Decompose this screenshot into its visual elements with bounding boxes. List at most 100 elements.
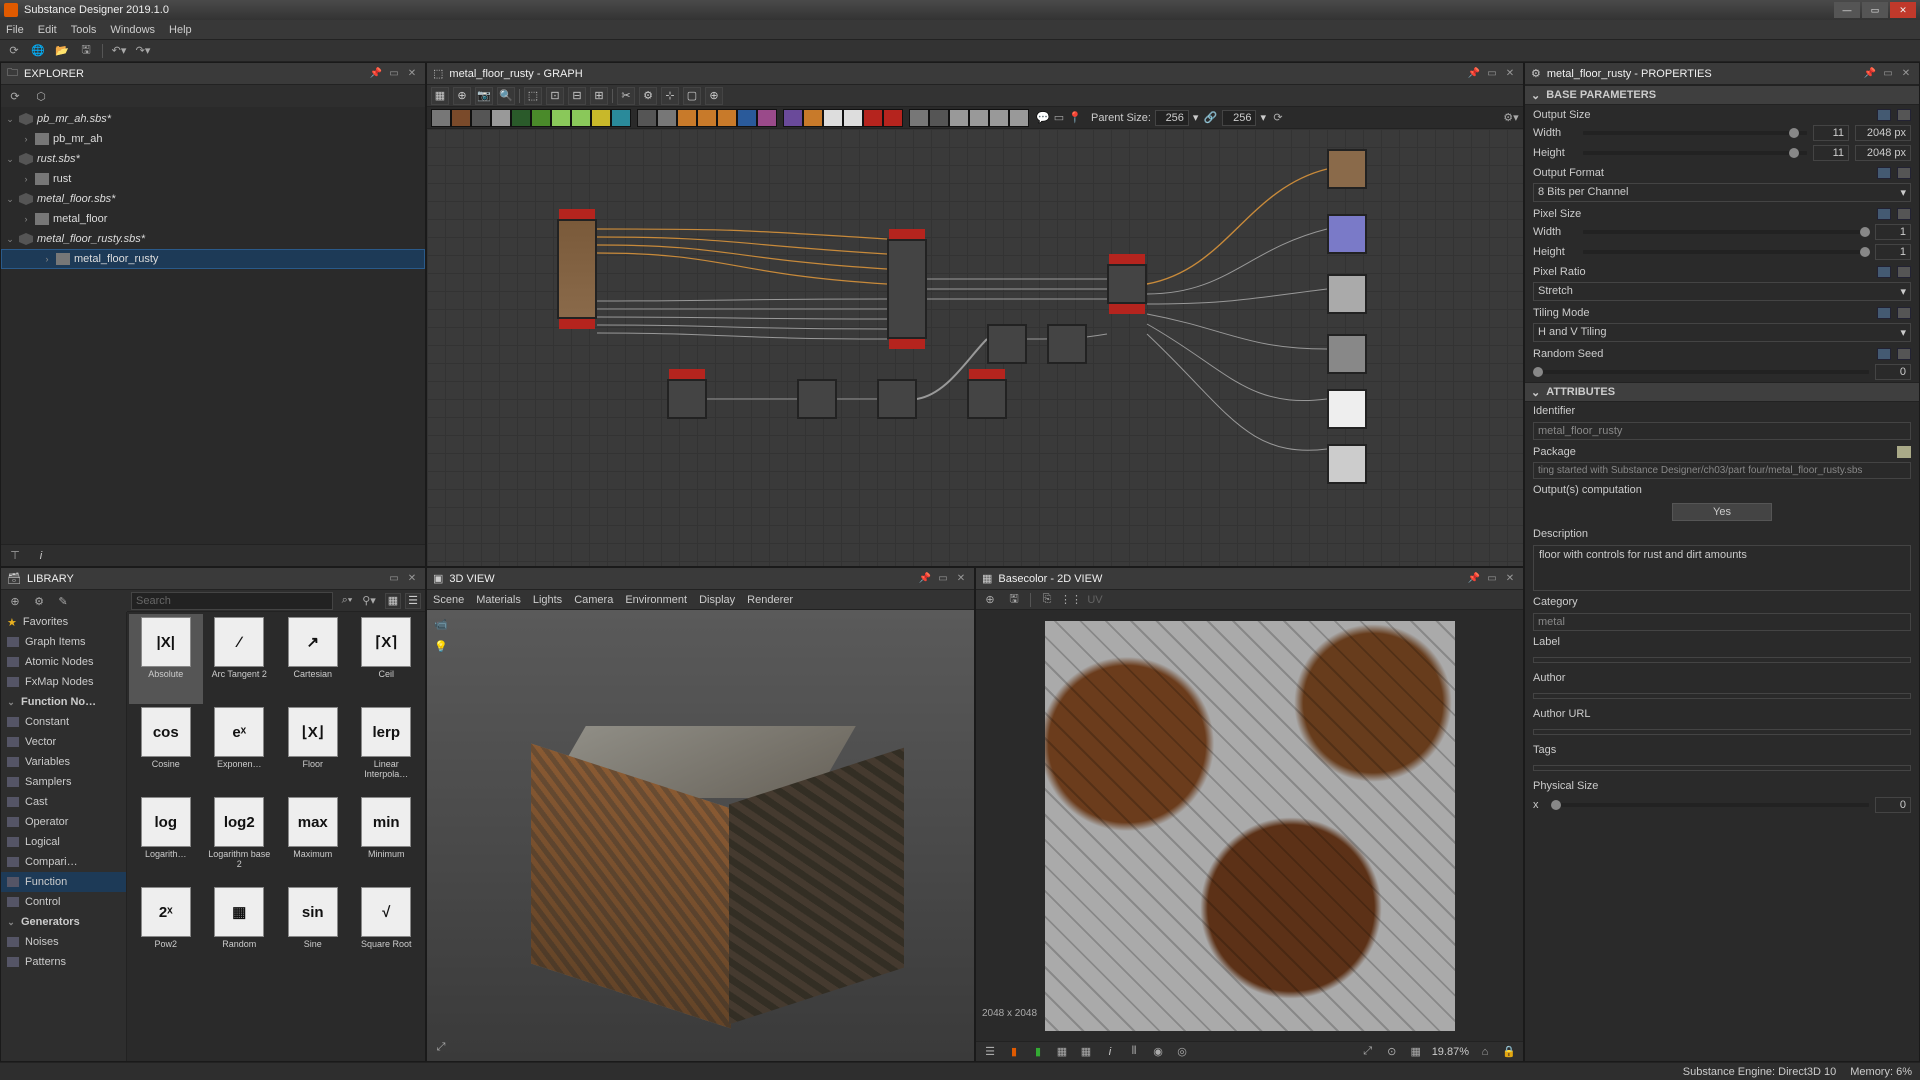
tags-field[interactable] <box>1533 765 1911 771</box>
reset-icon[interactable]: ⟳ <box>1270 110 1286 126</box>
viewport-3d[interactable]: 📹 💡 ⤢ <box>427 610 974 1061</box>
library-item[interactable]: logLogarith… <box>129 794 203 884</box>
inherit-icon[interactable] <box>1877 348 1891 360</box>
identifier-field[interactable]: metal_floor_rusty <box>1533 422 1911 440</box>
link-icon[interactable]: 🔗 <box>1202 110 1218 126</box>
viewport-2d[interactable]: 2048 x 2048 <box>976 610 1523 1041</box>
library-item[interactable]: ∕Arc Tangent 2 <box>203 614 277 704</box>
parent-width[interactable]: 256 <box>1155 110 1189 126</box>
palette-node[interactable] <box>843 109 863 127</box>
palette-node[interactable] <box>511 109 531 127</box>
maximize-panel-icon[interactable]: ▭ <box>936 572 950 586</box>
view3d-menu[interactable]: Environment <box>625 594 687 606</box>
refresh-icon[interactable]: ⟳ <box>7 88 23 104</box>
reset-icon[interactable] <box>1897 307 1911 319</box>
palette-node[interactable] <box>909 109 929 127</box>
outputs-comp-button[interactable]: Yes <box>1672 503 1772 521</box>
pixel-ratio-dropdown[interactable]: Stretch▾ <box>1533 282 1911 301</box>
tree-graph-selected[interactable]: ›metal_floor_rusty <box>1 249 425 269</box>
filter2-icon[interactable]: ⚲▾ <box>361 593 377 609</box>
lib-cat[interactable]: Compari… <box>1 852 126 872</box>
favorites-cat[interactable]: ★Favorites <box>1 612 126 632</box>
lib-cat[interactable]: Patterns <box>1 952 126 972</box>
graph-canvas[interactable] <box>427 129 1523 566</box>
view3d-menu[interactable]: Lights <box>533 594 562 606</box>
folder-icon[interactable] <box>1897 446 1911 458</box>
channel-grid-icon[interactable]: ▦ <box>1054 1044 1070 1060</box>
lib-cat[interactable]: Control <box>1 892 126 912</box>
palette-node[interactable] <box>929 109 949 127</box>
palette-node[interactable] <box>883 109 903 127</box>
light-icon[interactable]: 💡 <box>433 638 449 654</box>
parent-height[interactable]: 256 <box>1222 110 1256 126</box>
close-panel-icon[interactable]: ✕ <box>954 572 968 586</box>
palette-node[interactable] <box>823 109 843 127</box>
histogram-icon[interactable]: ⫴ <box>1126 1044 1142 1060</box>
comment-icon[interactable]: 💬 <box>1035 110 1051 126</box>
tree-pkg[interactable]: ⌄metal_floor_rusty.sbs* <box>1 229 425 249</box>
pin-icon[interactable]: 📌 <box>918 572 932 586</box>
tool-icon[interactable]: 🔍 <box>497 87 515 105</box>
function-nodes-header[interactable]: ⌄Function No… <box>1 692 126 712</box>
palette-node[interactable] <box>451 109 471 127</box>
palette-node[interactable] <box>1009 109 1029 127</box>
library-item[interactable]: |X|Absolute <box>129 614 203 704</box>
menu-tools[interactable]: Tools <box>71 24 97 36</box>
tool-icon[interactable]: ✂ <box>617 87 635 105</box>
graph-node[interactable] <box>967 379 1007 419</box>
inherit-icon[interactable] <box>1877 266 1891 278</box>
expand-icon[interactable]: ⤢ <box>433 1039 449 1055</box>
reset-icon[interactable] <box>1897 348 1911 360</box>
generators-header[interactable]: ⌄Generators <box>1 912 126 932</box>
close-panel-icon[interactable]: ✕ <box>1899 67 1913 81</box>
pin-icon[interactable]: 📌 <box>1467 67 1481 81</box>
grid-view-icon[interactable]: ▦ <box>385 593 401 609</box>
palette-node[interactable] <box>611 109 631 127</box>
graph-node[interactable] <box>797 379 837 419</box>
library-item[interactable]: lerpLinear Interpola… <box>350 704 424 794</box>
pin-icon[interactable]: 📌 <box>1863 67 1877 81</box>
palette-node[interactable] <box>737 109 757 127</box>
info-icon[interactable]: i <box>33 548 49 564</box>
reset-icon[interactable] <box>1897 167 1911 179</box>
save-all-icon[interactable]: 🖫 <box>78 43 94 59</box>
view3d-menu[interactable]: Materials <box>476 594 521 606</box>
lock-icon[interactable]: 🔒 <box>1501 1044 1517 1060</box>
lib-cat[interactable]: Graph Items <box>1 632 126 652</box>
tool-icon[interactable]: ▦ <box>431 87 449 105</box>
palette-node[interactable] <box>431 109 451 127</box>
channel-g-icon[interactable]: ▮ <box>1030 1044 1046 1060</box>
tool-icon[interactable]: ⊕ <box>705 87 723 105</box>
reset-icon[interactable] <box>1897 266 1911 278</box>
search-input[interactable]: Search <box>131 592 333 610</box>
library-item[interactable]: eˣExponen… <box>203 704 277 794</box>
graph-node[interactable] <box>1047 324 1087 364</box>
minimize-button[interactable]: — <box>1834 2 1860 18</box>
channel-alpha-icon[interactable]: ▦ <box>1078 1044 1094 1060</box>
view3d-menu[interactable]: Camera <box>574 594 613 606</box>
tool-icon[interactable]: ⊕ <box>453 87 471 105</box>
palette-node[interactable] <box>697 109 717 127</box>
close-panel-icon[interactable]: ✕ <box>1503 572 1517 586</box>
close-panel-icon[interactable]: ✕ <box>405 67 419 81</box>
attributes-header[interactable]: ATTRIBUTES <box>1546 386 1615 398</box>
library-item[interactable]: 2ˣPow2 <box>129 884 203 974</box>
maximize-button[interactable]: ▭ <box>1862 2 1888 18</box>
tool-icon[interactable]: ⊹ <box>661 87 679 105</box>
tree-graph[interactable]: ›metal_floor <box>1 209 425 229</box>
tiling-dropdown[interactable]: H and V Tiling▾ <box>1533 323 1911 342</box>
palette-node[interactable] <box>531 109 551 127</box>
menu-help[interactable]: Help <box>169 24 192 36</box>
graph-node[interactable] <box>877 379 917 419</box>
library-item[interactable]: ↗Cartesian <box>276 614 350 704</box>
lib-cat[interactable]: Vector <box>1 732 126 752</box>
close-panel-icon[interactable]: ✕ <box>1503 67 1517 81</box>
save-icon[interactable]: 🖫 <box>1006 592 1022 608</box>
home-icon[interactable]: ⌂ <box>1477 1044 1493 1060</box>
split-icon[interactable]: ⋮⋮ <box>1063 592 1079 608</box>
base-params-header[interactable]: BASE PARAMETERS <box>1546 89 1656 101</box>
center-icon[interactable]: ⊙ <box>1384 1044 1400 1060</box>
tree-pkg[interactable]: ⌄pb_mr_ah.sbs* <box>1 109 425 129</box>
output-node[interactable] <box>1327 214 1367 254</box>
tool-icon[interactable]: ⊞ <box>590 87 608 105</box>
